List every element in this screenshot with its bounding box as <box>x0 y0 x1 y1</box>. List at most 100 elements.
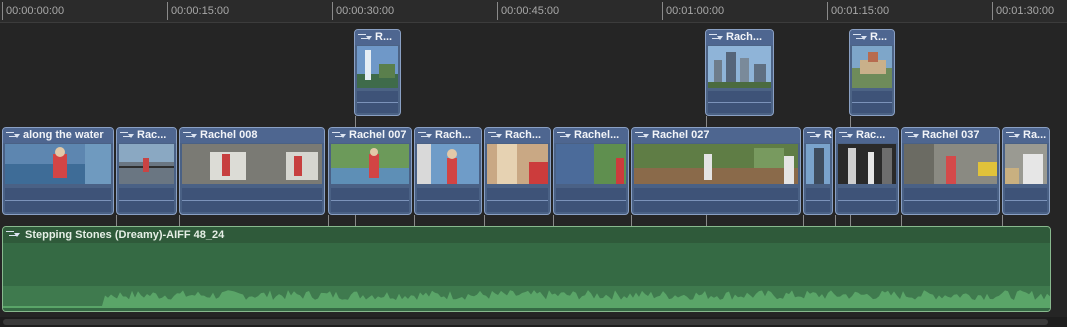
primary-clip[interactable]: Ra... <box>1002 127 1050 215</box>
clip-effects-icon[interactable] <box>6 131 20 140</box>
ruler-tick <box>992 2 993 20</box>
clip-audio-waveform <box>357 91 398 113</box>
clip-effects-icon[interactable] <box>1006 131 1020 140</box>
edit-point-marker <box>414 215 415 226</box>
primary-clip[interactable]: R <box>803 127 833 215</box>
clip-audio-waveform <box>806 188 830 212</box>
ruler-tick <box>2 2 3 20</box>
clip-effects-icon[interactable] <box>839 131 853 140</box>
edit-point-marker <box>328 215 329 226</box>
edit-point-marker <box>484 215 485 226</box>
primary-clip[interactable]: Rach... <box>414 127 482 215</box>
primary-clip[interactable]: Rachel 007 <box>328 127 412 215</box>
clip-thumbnail <box>838 144 896 184</box>
clip-thumbnail <box>708 46 771 88</box>
clip-effects-icon[interactable] <box>905 131 919 140</box>
audio-effects-icon[interactable] <box>6 230 20 239</box>
clip-thumbnail <box>119 144 174 184</box>
primary-clip[interactable]: Rachel 008 <box>179 127 325 215</box>
ruler-tick-label: 00:00:15:00 <box>171 5 230 17</box>
clip-audio-waveform <box>556 188 626 212</box>
clip-title: Rachel 027 <box>632 128 800 143</box>
clip-audio-waveform <box>5 188 111 212</box>
ruler-tick-label: 00:01:15:00 <box>831 5 890 17</box>
edit-point-marker <box>803 215 804 226</box>
clip-thumbnail <box>417 144 479 184</box>
clip-effects-icon[interactable] <box>332 131 346 140</box>
music-audio-clip[interactable]: Stepping Stones (Dreamy)-AIFF 48_24 <box>2 226 1051 312</box>
connected-clip[interactable]: Rach... <box>705 29 774 116</box>
fountain-thumbnail-image <box>852 46 892 88</box>
clip-thumbnail <box>556 144 626 184</box>
clip-audio-waveform <box>182 188 322 212</box>
audio-clip-body <box>3 243 1050 311</box>
edit-point-marker <box>553 215 554 226</box>
city-skyline-thumbnail-image <box>708 46 771 88</box>
clip-thumbnail <box>182 144 322 184</box>
clip-thumbnail <box>806 144 830 184</box>
connected-clip[interactable]: R... <box>354 29 401 116</box>
ruler-tick <box>497 2 498 20</box>
clip-audio-waveform <box>487 188 548 212</box>
clip-effects-icon[interactable] <box>418 131 432 140</box>
clip-audio-waveform <box>904 188 997 212</box>
timeline-ruler[interactable]: 00:00:00:00 00:00:15:00 00:00:30:00 00:0… <box>0 0 1067 23</box>
park-thumbnail <box>331 144 409 184</box>
clip-title: Rachel 008 <box>180 128 324 143</box>
clip-thumbnail <box>634 144 798 184</box>
clip-thumbnail <box>487 144 548 184</box>
primary-clip[interactable]: Rachel 037 <box>901 127 1000 215</box>
clip-audio-waveform <box>1005 188 1047 212</box>
clip-thumbnail <box>1005 144 1047 184</box>
scrollbar-thumb[interactable] <box>3 319 1048 325</box>
clip-thumbnail <box>357 46 398 88</box>
fence-thumbnail <box>182 144 322 184</box>
edit-point-marker <box>355 215 356 226</box>
clip-audio-waveform <box>838 188 896 212</box>
clip-effects-icon[interactable] <box>488 131 502 140</box>
primary-clip[interactable]: Rac... <box>835 127 899 215</box>
ruler-tick <box>167 2 168 20</box>
dark-interior-thumbnail <box>838 144 896 184</box>
fountain-thumbnail-image <box>357 46 398 88</box>
horizontal-scrollbar[interactable] <box>0 317 1067 327</box>
clip-effects-icon[interactable] <box>358 33 372 42</box>
clip-thumbnail <box>5 144 111 184</box>
ruler-tick <box>827 2 828 20</box>
ruler-tick <box>332 2 333 20</box>
edit-point-marker <box>1002 215 1003 226</box>
edit-point-marker <box>116 215 117 226</box>
clip-audio-waveform <box>634 188 798 212</box>
edit-point-marker <box>631 215 632 226</box>
primary-clip[interactable]: Rachel... <box>553 127 629 215</box>
connected-clip[interactable]: R... <box>849 29 895 116</box>
clip-effects-icon[interactable] <box>807 131 821 140</box>
woman-by-water-thumbnail <box>5 144 111 184</box>
clip-effects-icon[interactable] <box>853 33 867 42</box>
skyscraper-thumbnail <box>806 144 830 184</box>
clip-effects-icon[interactable] <box>183 131 197 140</box>
primary-clip[interactable]: Rac... <box>116 127 177 215</box>
clip-audio-waveform <box>119 188 174 212</box>
primary-clip[interactable]: along the water <box>2 127 114 215</box>
clip-effects-icon[interactable] <box>120 131 134 140</box>
pier-thumbnail <box>119 144 174 184</box>
primary-clip[interactable]: Rach... <box>484 127 551 215</box>
primary-clip[interactable]: Rachel 027 <box>631 127 801 215</box>
street-thumbnail <box>904 144 997 184</box>
ruler-tick-label: 00:00:30:00 <box>336 5 395 17</box>
edit-point-marker <box>706 215 707 226</box>
edit-point-marker <box>179 215 180 226</box>
clip-effects-icon[interactable] <box>635 131 649 140</box>
clip-audio-waveform <box>852 91 892 113</box>
clip-effects-icon[interactable] <box>557 131 571 140</box>
clip-audio-waveform <box>417 188 479 212</box>
audio-waveform <box>3 286 1050 308</box>
clip-thumbnail <box>904 144 997 184</box>
audio-clip-title: Stepping Stones (Dreamy)-AIFF 48_24 <box>3 227 1050 243</box>
clip-effects-icon[interactable] <box>709 33 723 42</box>
clip-audio-waveform <box>331 188 409 212</box>
edit-point-marker <box>850 215 851 226</box>
clip-audio-waveform <box>708 91 771 113</box>
ruler-tick-label: 00:00:00:00 <box>6 5 65 17</box>
